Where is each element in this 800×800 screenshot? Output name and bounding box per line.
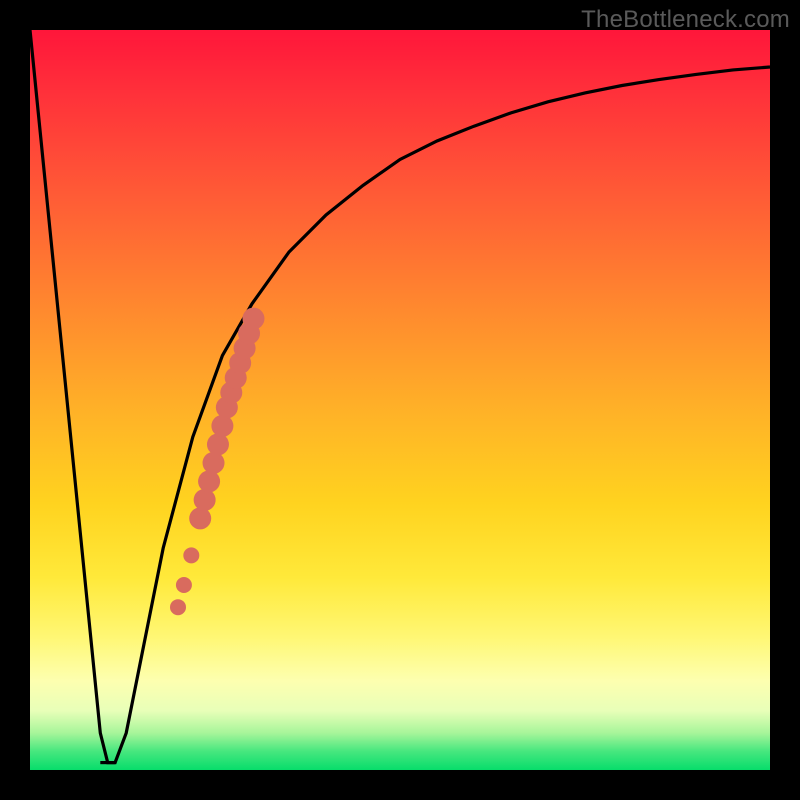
highlight-dot — [170, 599, 186, 615]
highlight-dot — [198, 470, 220, 492]
highlight-dot — [183, 547, 199, 563]
highlight-dot — [194, 489, 216, 511]
highlight-dot — [242, 308, 264, 330]
highlight-dot — [203, 452, 225, 474]
highlight-dot — [207, 433, 229, 455]
plot-area — [30, 30, 770, 770]
highlight-dot — [211, 415, 233, 437]
chart-frame: TheBottleneck.com — [0, 0, 800, 800]
curve-layer — [30, 30, 770, 770]
highlight-dot — [189, 507, 211, 529]
highlight-dots — [170, 308, 264, 616]
highlight-dot — [176, 577, 192, 593]
bottleneck-curve — [30, 30, 770, 763]
